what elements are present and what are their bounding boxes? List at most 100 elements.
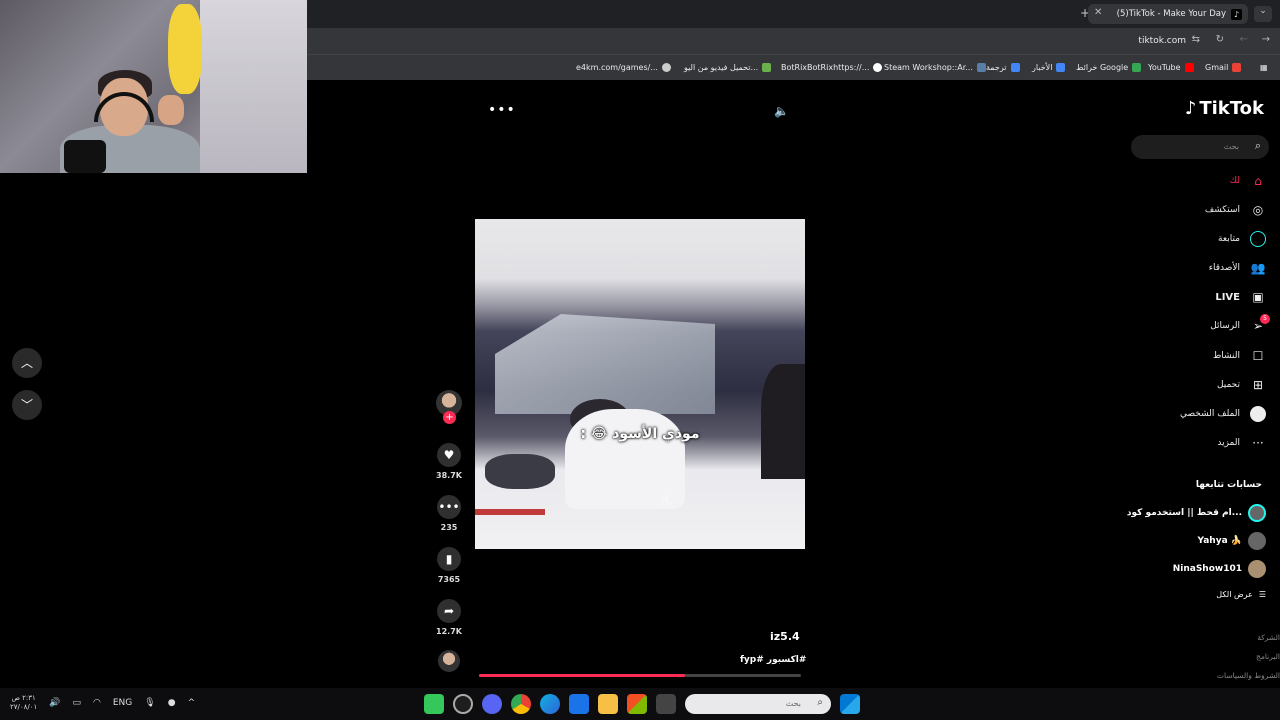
comment-count: 235 [440, 523, 458, 532]
nav-for-you[interactable]: لك ⌂ [1230, 173, 1266, 189]
video-progress-bar[interactable] [479, 674, 801, 677]
share-button[interactable]: ➦ 12.7K [434, 599, 464, 636]
close-tab-icon[interactable]: ✕ [1094, 7, 1102, 18]
video-player[interactable]: مودي الأسود 😂 : [475, 219, 805, 549]
footer-company[interactable]: الشركة [1257, 633, 1280, 642]
profile-icon [1250, 406, 1266, 422]
apps-icon[interactable]: ▦ [1260, 63, 1268, 72]
video-caption: مودي الأسود 😂 : [580, 426, 700, 442]
footer-terms[interactable]: الشروط والسياسات [1217, 671, 1280, 680]
chrome-icon[interactable] [511, 694, 531, 714]
webcam-overlay [0, 0, 307, 173]
previous-video-button[interactable]: ︿ [12, 348, 42, 378]
bookmark-translate[interactable]: ترجمة [986, 63, 1020, 72]
volume-icon[interactable]: 🔊 [49, 698, 60, 708]
store-icon[interactable] [627, 694, 647, 714]
search-input[interactable]: بحث ⌕ [1131, 135, 1269, 159]
nav-profile[interactable]: الملف الشخصي [1180, 406, 1266, 422]
creator-avatar[interactable]: + [436, 390, 462, 424]
video-hashtags[interactable]: #اكسبور #fyp [740, 655, 806, 665]
upload-icon: ⊞ [1252, 378, 1264, 392]
taskbar-search-input[interactable]: بحث ⌕ [685, 694, 831, 714]
task-view-icon[interactable] [656, 694, 676, 714]
tray-app-icon[interactable]: ● [168, 698, 176, 708]
nav-friends[interactable]: الأصدقاء 👥 [1209, 260, 1266, 276]
avatar [1248, 504, 1266, 522]
discord-icon[interactable] [482, 694, 502, 714]
like-count: 38.7K [436, 471, 462, 480]
bookmark-icon: ▮ [437, 547, 461, 571]
save-count: 7365 [437, 575, 461, 584]
bookmark-steam[interactable]: Steam Workshop::Ar... [884, 63, 986, 72]
app-icon[interactable] [424, 694, 444, 714]
share-icon: ➦ [437, 599, 461, 623]
following-account[interactable]: NinaShow101 [1173, 560, 1266, 578]
windows-taskbar: ٢:٣١ ص ٢٧/٠٨/٠١ 🔊 ▭ ◠ ENG 🎙 ● ^ بحث ⌕ [0, 688, 1280, 720]
next-video-button[interactable]: ﹀ [12, 390, 42, 420]
bookmark-e4km[interactable]: e4km.com/games/... [576, 63, 671, 72]
share-count: 12.7K [436, 627, 462, 636]
bookmark-botrix[interactable]: BotRixBotRixhttps://... [781, 63, 883, 72]
bookmark-youtube[interactable]: YouTube [1148, 63, 1194, 72]
back-icon[interactable]: → [1262, 34, 1270, 45]
tab-tiktok[interactable]: ✕ (5)TikTok - Make Your Day ♪ [1088, 4, 1248, 24]
action-column: + [434, 390, 464, 424]
nav-upload[interactable]: تحميل ⊞ [1217, 377, 1266, 393]
messages-icon: ➢ 5 [1250, 314, 1270, 334]
bookmark-maps[interactable]: خرائط Google [1076, 63, 1142, 72]
search-placeholder: بحث [1223, 142, 1239, 151]
list-icon: ☰ [1258, 590, 1266, 599]
follow-plus-icon[interactable]: + [443, 411, 456, 424]
nav-activity[interactable]: النشاط ☐ [1213, 348, 1266, 364]
display-icon[interactable]: ▭ [73, 698, 82, 708]
banana-toy [168, 4, 202, 94]
tiktok-note-icon: ♪ [1184, 98, 1197, 119]
nav-live[interactable]: LIVE ▣ [1215, 289, 1266, 305]
search-icon: ⌕ [817, 697, 823, 708]
following-title: حسابات تتابعها [1195, 480, 1262, 490]
save-button[interactable]: ▮ 7365 [434, 547, 464, 584]
sound-disc[interactable] [434, 650, 464, 672]
footer-program[interactable]: البرنامج [1256, 652, 1280, 661]
file-explorer-icon[interactable] [598, 694, 618, 714]
microphone-icon[interactable]: 🎙 [144, 698, 155, 708]
progress-fill [479, 674, 686, 677]
url-field[interactable]: tiktok.com [1138, 36, 1186, 46]
nav-following[interactable]: متابعة [1218, 231, 1266, 247]
bookmark-downloader[interactable]: تحميل فيديو من اليو... [684, 63, 772, 72]
see-all-link[interactable]: عرض الكل ☰ [1216, 590, 1266, 599]
wifi-icon[interactable]: ◠ [93, 698, 101, 708]
video-username[interactable]: iz5.4 [770, 630, 800, 643]
nav-explore[interactable]: استكشف ◎ [1205, 202, 1266, 218]
site-settings-icon[interactable]: ⇆ [1192, 34, 1200, 45]
following-account[interactable]: Yahya 🍌 [1198, 532, 1266, 550]
reload-icon[interactable]: ↻ [1216, 34, 1224, 45]
language-indicator[interactable]: ENG [113, 698, 132, 708]
tiktok-logo[interactable]: ♪ TikTok [1185, 98, 1264, 119]
following-account[interactable]: ام قحط || استخدمو كود... [1127, 504, 1266, 522]
tab-search-button[interactable]: ⌄ [1254, 6, 1272, 22]
settings-icon[interactable] [453, 694, 473, 714]
edge-icon[interactable] [540, 694, 560, 714]
app-icon[interactable] [569, 694, 589, 714]
start-icon[interactable] [840, 694, 860, 714]
home-icon: ⌂ [1254, 174, 1262, 188]
bookmark-gmail[interactable]: Gmail [1205, 63, 1242, 72]
nav-messages[interactable]: الرسائل ➢ 5 [1210, 314, 1270, 334]
forward-icon[interactable]: ← [1240, 34, 1248, 45]
microphone [64, 140, 106, 173]
nav-more[interactable]: المزيد ··· [1217, 435, 1266, 451]
comment-button[interactable]: ••• 235 [434, 495, 464, 532]
more-icon: ··· [1252, 436, 1264, 450]
like-button[interactable]: ♥ 38.7K [434, 443, 464, 480]
friends-icon: 👥 [1250, 261, 1266, 275]
more-options-icon[interactable]: ••• [488, 102, 516, 118]
search-icon[interactable]: ⌕ [1255, 139, 1261, 153]
bookmark-news[interactable]: الأخبار [1032, 63, 1066, 72]
show-hidden-icons[interactable]: ^ [188, 698, 196, 708]
clock[interactable]: ٢:٣١ ص ٢٧/٠٨/٠١ [10, 694, 37, 712]
avatar [1248, 532, 1266, 550]
tab-title: (5)TikTok - Make Your Day [1116, 9, 1226, 19]
compass-icon: ◎ [1252, 203, 1264, 217]
volume-icon[interactable]: 🔈 [774, 104, 789, 118]
